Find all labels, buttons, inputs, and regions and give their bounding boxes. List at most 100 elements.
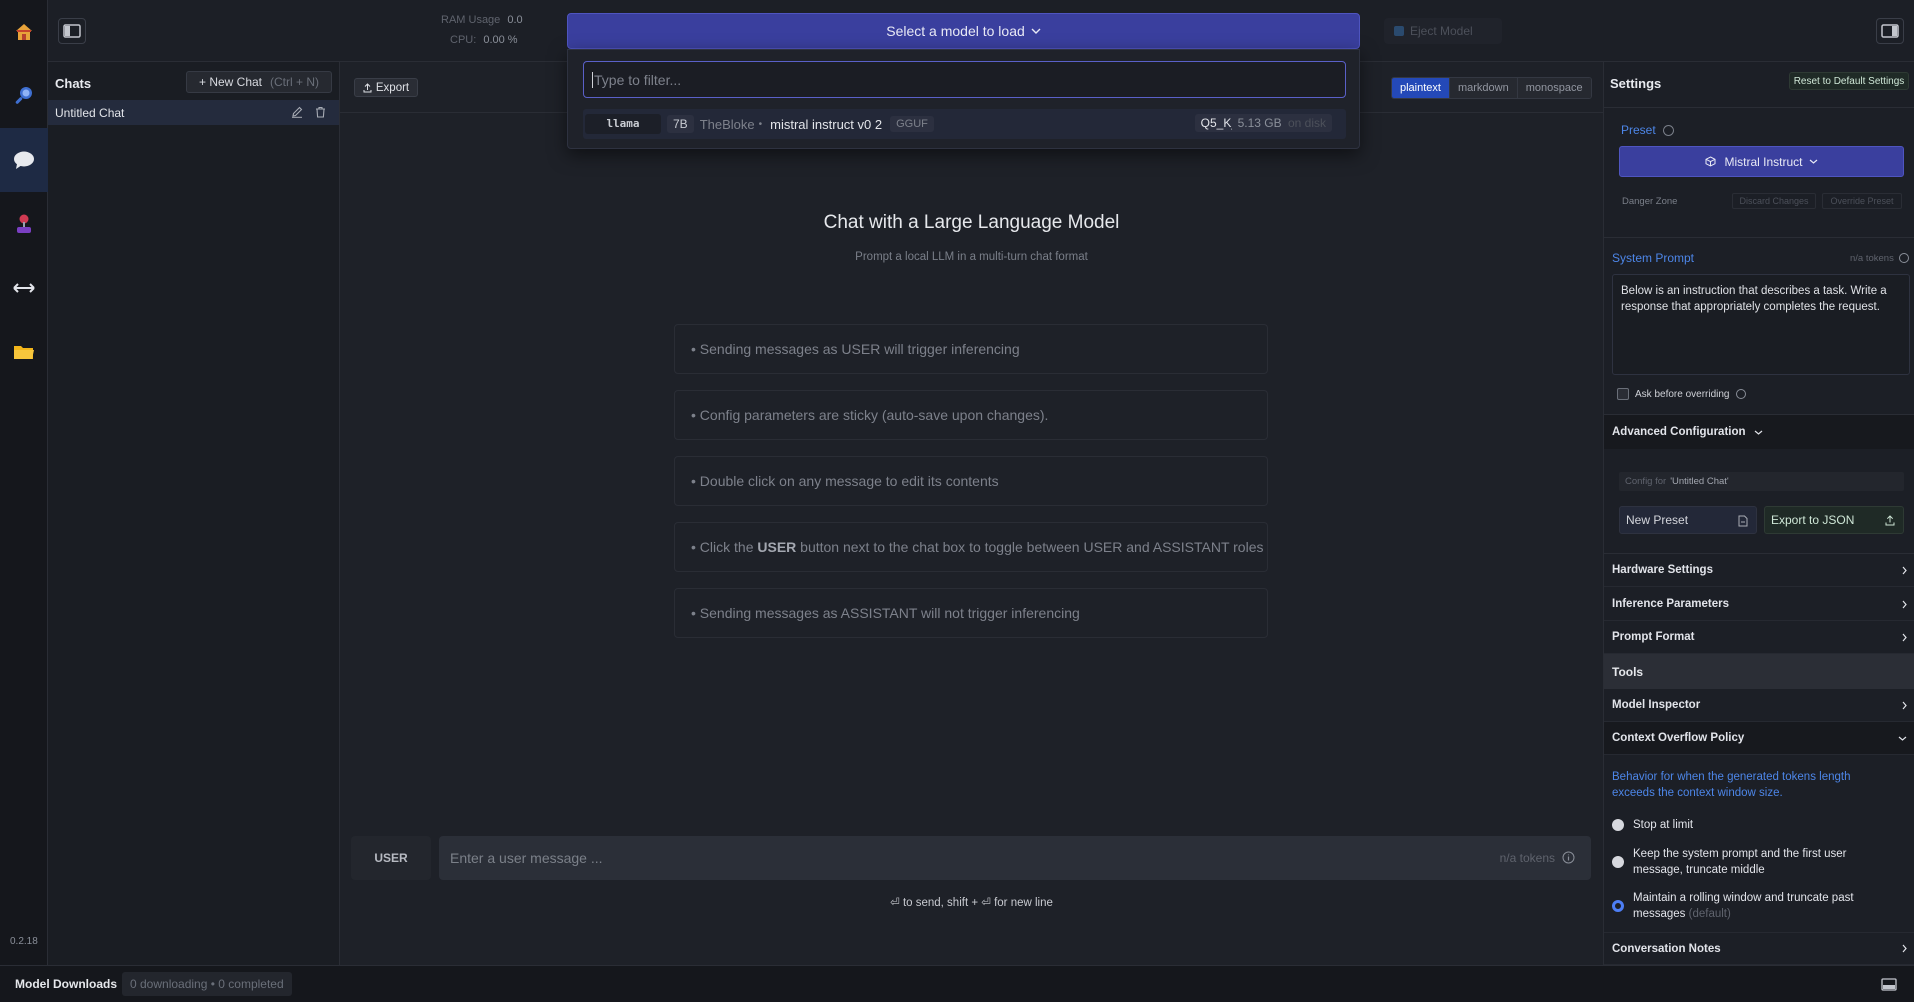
advanced-config-label: Advanced Configuration [1612,426,1746,438]
upload-icon [1885,515,1895,526]
model-separator: • [758,118,763,130]
hint-card: • Click the USER button next to the chat… [674,522,1268,572]
system-prompt-tokens-text: n/a tokens [1850,253,1894,264]
cpu-usage: CPU: 0.00 % [450,34,518,46]
chevron-right-icon [1902,633,1907,641]
conversation-notes-row[interactable]: Conversation Notes [1604,932,1914,965]
ram-value: 0.0 [507,14,523,26]
hint-card: • Sending messages as ASSISTANT will not… [674,588,1268,638]
sidebar-left-icon [63,24,81,38]
export-json-button[interactable]: Export to JSON [1764,506,1904,534]
chat-item-label: Untitled Chat [55,105,125,120]
toggle-settings-button[interactable] [1876,18,1904,44]
model-size-tag: 5.13 GB on disk [1231,114,1332,132]
message-input[interactable]: Enter a user message ... n/a tokens [439,836,1591,880]
chevron-right-icon [1902,944,1907,953]
radio-button[interactable] [1612,819,1624,831]
overflow-default-tag: (default) [1688,908,1731,920]
info-icon [1562,851,1575,864]
reset-defaults-button[interactable]: Reset to Default Settings [1789,72,1909,90]
file-icon [1738,515,1748,527]
chevron-right-icon [1902,701,1907,709]
playground-icon[interactable] [0,192,48,256]
radio-button-selected[interactable] [1612,900,1624,912]
tab-monospace[interactable]: monospace [1516,78,1591,98]
preset-select[interactable]: Mistral Instruct [1619,146,1904,177]
settings-panel: Settings Reset to Default Settings Prese… [1603,62,1914,965]
toggle-sidebar-button[interactable] [58,18,86,44]
select-model-label: Select a model to load [886,23,1025,39]
chevron-down-icon [1809,159,1817,164]
override-preset-button[interactable]: Override Preset [1822,193,1902,209]
panel-bottom-icon[interactable] [1881,978,1897,991]
model-list-item[interactable]: llama 7B TheBloke • mistral instruct v0 … [583,109,1346,139]
bottom-bar: Model Downloads 0 downloading • 0 comple… [0,965,1914,1002]
chat-subheading: Prompt a local LLM in a multi-turn chat … [855,251,1088,263]
chat-list-item[interactable]: Untitled Chat [48,100,339,125]
chat-icon[interactable] [0,128,48,192]
hint-text: button next to the chat box to toggle be… [796,539,1264,555]
new-chat-button[interactable]: + New Chat (Ctrl + N) [186,71,332,93]
radio-button[interactable] [1612,856,1624,868]
conversation-notes-label: Conversation Notes [1612,942,1721,955]
eject-model-button[interactable]: Eject Model [1384,18,1502,44]
hint-text: • Sending messages as USER will trigger … [691,341,1020,357]
sidebar-right-icon [1881,24,1899,38]
model-filter-input[interactable]: Type to filter... [583,61,1346,98]
edit-icon[interactable] [291,106,303,118]
chat-main: Export plaintext markdown monospace Chat… [340,62,1603,965]
hint-text: • Sending messages as ASSISTANT will not… [691,605,1080,621]
eject-icon [1394,26,1404,36]
tokens-label: n/a tokens [1499,851,1555,865]
tab-plaintext[interactable]: plaintext [1392,78,1449,98]
new-chat-shortcut: (Ctrl + N) [270,75,320,89]
overflow-option-label: Keep the system prompt and the first use… [1633,848,1847,876]
cpu-label: CPU: [450,34,477,46]
model-size: 5.13 GB [1237,116,1282,130]
filter-placeholder: Type to filter... [594,71,682,88]
tools-header: Tools [1604,654,1914,689]
home-icon[interactable] [0,0,48,64]
model-downloads-button[interactable]: Model Downloads [15,977,117,991]
role-toggle-button[interactable]: USER [351,836,431,880]
overflow-option-rolling-window[interactable]: Maintain a rolling window and truncate p… [1612,890,1912,922]
system-prompt-textarea[interactable]: Below is an instruction that describes a… [1612,274,1910,375]
overflow-description: Behavior for when the generated tokens l… [1612,771,1851,799]
ask-before-override: Ask before overriding [1617,388,1746,400]
overflow-option-truncate-middle[interactable]: Keep the system prompt and the first use… [1612,846,1912,878]
chats-panel: Chats + New Chat (Ctrl + N) Untitled Cha… [48,62,340,965]
overflow-option-stop[interactable]: Stop at limit [1612,819,1912,831]
preset-label: Preset [1621,123,1675,137]
hint-card: • Config parameters are sticky (auto-sav… [674,390,1268,440]
tab-markdown[interactable]: markdown [1448,78,1517,98]
model-inspector-label: Model Inspector [1612,699,1701,711]
chat-heading: Chat with a Large Language Model [823,212,1120,233]
chevron-right-icon [1902,600,1907,608]
prompt-format-row[interactable]: Prompt Format [1604,621,1914,654]
discard-changes-button[interactable]: Discard Changes [1732,193,1816,209]
inference-parameters-row[interactable]: Inference Parameters [1604,588,1914,621]
message-placeholder: Enter a user message ... [450,850,603,866]
chevron-right-icon [1902,566,1907,574]
hint-text: • Config parameters are sticky (auto-sav… [691,407,1049,423]
ask-override-checkbox[interactable] [1617,388,1629,400]
select-model-button[interactable]: Select a model to load [567,13,1360,49]
context-overflow-row[interactable]: Context Overflow Policy [1604,722,1914,755]
new-preset-button[interactable]: New Preset [1619,506,1757,534]
config-for-label: Config for [1625,476,1667,487]
server-arrows-icon[interactable] [0,256,48,320]
folder-icon[interactable] [0,320,48,384]
hardware-settings-row[interactable]: Hardware Settings [1604,554,1914,587]
new-chat-label: + New Chat [198,75,263,89]
advanced-config-toggle[interactable]: Advanced Configuration [1604,415,1914,449]
overflow-option-label: Stop at limit [1633,819,1694,831]
chevron-down-icon [1754,430,1762,435]
hint-text: • Click the [691,539,758,555]
context-overflow-label: Context Overflow Policy [1612,732,1745,744]
search-models-icon[interactable] [0,64,48,128]
trash-icon[interactable] [315,106,326,118]
cube-icon [1705,156,1716,167]
new-preset-label: New Preset [1626,513,1689,527]
model-inspector-row[interactable]: Model Inspector [1604,689,1914,722]
export-button[interactable]: Export [354,78,418,97]
